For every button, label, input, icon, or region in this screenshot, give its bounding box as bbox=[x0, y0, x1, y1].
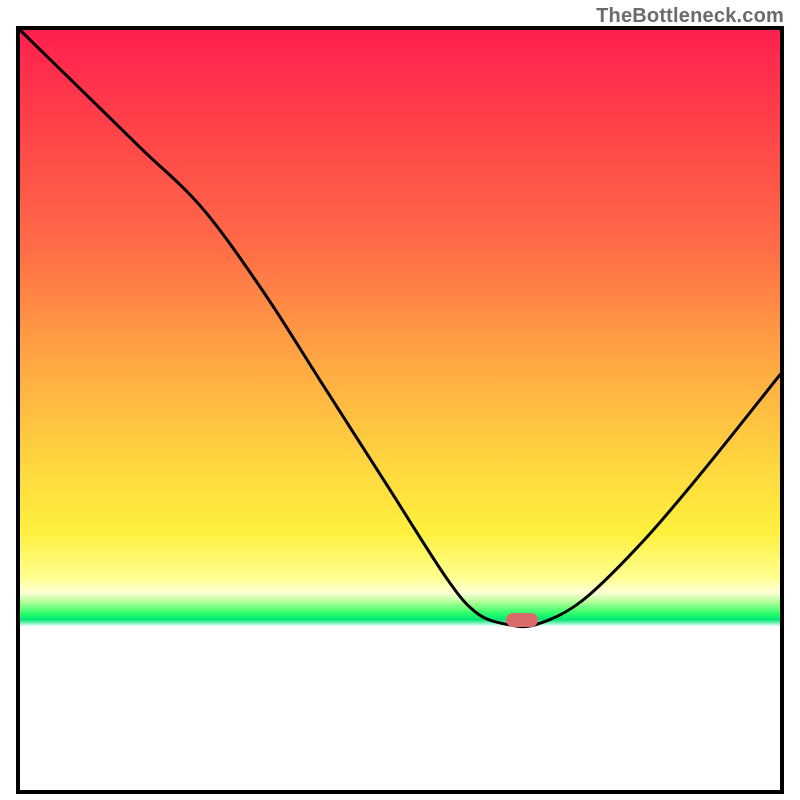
optimum-marker bbox=[506, 613, 538, 627]
chart-frame bbox=[16, 26, 784, 794]
bottleneck-curve bbox=[20, 30, 780, 790]
watermark-text: TheBottleneck.com bbox=[596, 5, 784, 28]
